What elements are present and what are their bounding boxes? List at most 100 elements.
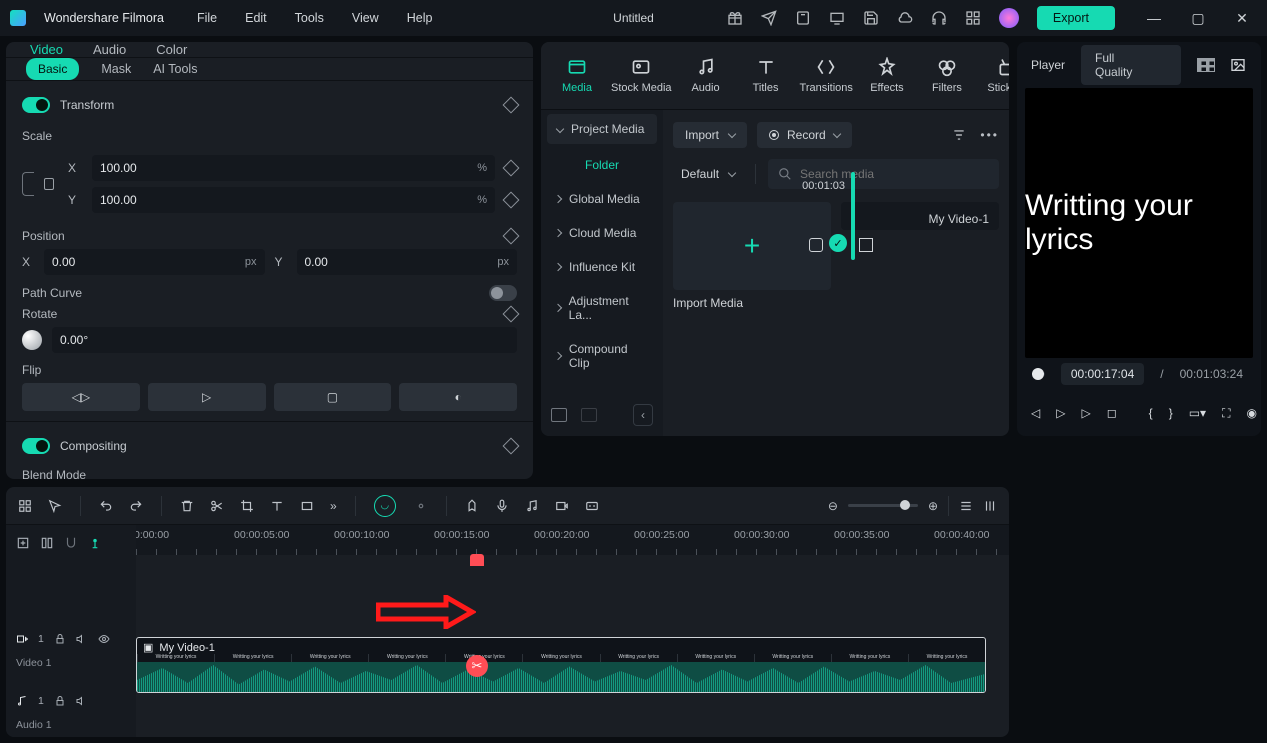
mark-in-button[interactable]: { bbox=[1149, 404, 1153, 422]
keyframe-icon[interactable] bbox=[503, 192, 520, 209]
grid-icon[interactable] bbox=[965, 10, 981, 26]
menu-help[interactable]: Help bbox=[407, 11, 433, 25]
sidebar-adjustment-layer[interactable]: Adjustment La... bbox=[541, 284, 663, 332]
seek-bar[interactable] bbox=[1035, 372, 1045, 376]
save-icon[interactable] bbox=[863, 10, 879, 26]
lock-icon[interactable] bbox=[54, 695, 66, 707]
menu-file[interactable]: File bbox=[197, 11, 217, 25]
tab-transitions[interactable]: Transitions bbox=[798, 53, 855, 98]
transform-toggle[interactable] bbox=[22, 97, 50, 113]
undo-icon[interactable] bbox=[99, 499, 113, 513]
import-media-tile[interactable]: + Import Media bbox=[673, 202, 831, 310]
headphones-icon[interactable] bbox=[931, 10, 947, 26]
gift-icon[interactable] bbox=[727, 10, 743, 26]
keyframe-icon[interactable] bbox=[503, 160, 520, 177]
split-icon[interactable] bbox=[210, 499, 224, 513]
video-preview[interactable]: Writting your lyrics bbox=[1025, 88, 1253, 358]
record-screen-icon[interactable] bbox=[555, 499, 569, 513]
menu-tools[interactable]: Tools bbox=[295, 11, 324, 25]
minimize-button[interactable]: — bbox=[1139, 10, 1169, 27]
sidebar-compound-clip[interactable]: Compound Clip bbox=[541, 332, 663, 380]
ai-icon[interactable]: ◡ bbox=[374, 495, 396, 517]
flip-horizontal-button[interactable]: ◁▷ bbox=[22, 383, 140, 411]
path-curve-toggle[interactable] bbox=[489, 285, 517, 301]
subtab-ai-tools[interactable]: AI Tools bbox=[153, 62, 197, 76]
mixer-icon[interactable] bbox=[983, 499, 997, 513]
scale-y-input[interactable]: % bbox=[92, 187, 495, 213]
magnet-icon[interactable] bbox=[64, 536, 78, 550]
collapse-sidebar-button[interactable]: ‹ bbox=[633, 404, 653, 426]
crop-icon[interactable] bbox=[240, 499, 254, 513]
search-input[interactable] bbox=[800, 167, 989, 181]
position-x-input[interactable]: px bbox=[44, 249, 265, 275]
menu-view[interactable]: View bbox=[352, 11, 379, 25]
cloud-icon[interactable] bbox=[897, 10, 913, 26]
time-ruler[interactable]: 0:00:0000:00:05:0000:00:10:0000:00:15:00… bbox=[136, 525, 1009, 555]
rotate-dial[interactable] bbox=[22, 330, 42, 350]
subtab-basic[interactable]: Basic bbox=[26, 58, 79, 80]
sidebar-project-media[interactable]: Project Media bbox=[547, 114, 657, 144]
tab-effects[interactable]: Effects bbox=[859, 53, 915, 98]
subtab-mask[interactable]: Mask bbox=[101, 62, 131, 76]
auto-icon[interactable] bbox=[88, 536, 102, 550]
clip-thumbnail[interactable]: 00:01:03 ✓ My Video-1 bbox=[841, 202, 999, 230]
play-button[interactable]: ▷ bbox=[1081, 404, 1090, 422]
send-icon[interactable] bbox=[761, 10, 777, 26]
layout-icon[interactable] bbox=[18, 499, 32, 513]
image-icon[interactable] bbox=[1229, 57, 1247, 73]
mark-out-button[interactable]: } bbox=[1169, 404, 1173, 422]
lock-icon[interactable] bbox=[44, 178, 54, 190]
mute-icon[interactable] bbox=[76, 633, 88, 645]
scale-x-input[interactable]: % bbox=[92, 155, 495, 181]
sort-dropdown[interactable]: Default bbox=[673, 161, 743, 187]
sparkle-icon[interactable] bbox=[414, 499, 428, 513]
sidebar-cloud-media[interactable]: Cloud Media bbox=[541, 216, 663, 250]
prev-frame-button[interactable]: ◁ bbox=[1031, 404, 1040, 422]
keyframe-icon[interactable] bbox=[503, 438, 520, 455]
tab-filters[interactable]: Filters bbox=[919, 53, 975, 98]
audio-track-header[interactable]: 1 bbox=[6, 689, 136, 713]
text-icon[interactable] bbox=[270, 499, 284, 513]
keyframe-icon[interactable] bbox=[503, 97, 520, 114]
import-dropdown[interactable]: Import bbox=[673, 122, 747, 148]
screen-icon[interactable] bbox=[829, 10, 845, 26]
marker-icon[interactable] bbox=[465, 499, 479, 513]
tab-titles[interactable]: Titles bbox=[738, 53, 794, 98]
export-button[interactable]: Export bbox=[1037, 6, 1115, 30]
music-icon[interactable] bbox=[525, 499, 539, 513]
more-icon[interactable]: ••• bbox=[980, 128, 999, 142]
position-y-input[interactable]: px bbox=[297, 249, 518, 275]
zoom-out-button[interactable]: ⊖ bbox=[828, 499, 838, 513]
timeline-tracks[interactable]: 0:00:0000:00:05:0000:00:10:0000:00:15:00… bbox=[136, 525, 1009, 737]
link-tracks-icon[interactable] bbox=[40, 536, 54, 550]
timeline-settings-icon[interactable] bbox=[959, 499, 973, 513]
redo-icon[interactable] bbox=[129, 499, 143, 513]
tab-video-props[interactable]: Video bbox=[30, 42, 63, 57]
tab-audio[interactable]: Audio bbox=[678, 53, 734, 98]
delete-icon[interactable] bbox=[180, 499, 194, 513]
play-reverse-button[interactable]: ▷ bbox=[1056, 404, 1065, 422]
filter-icon[interactable] bbox=[952, 128, 966, 142]
mic-icon[interactable] bbox=[495, 499, 509, 513]
quality-dropdown[interactable]: Full Quality bbox=[1081, 45, 1181, 85]
flip-vertical-button[interactable]: ▷ bbox=[148, 383, 266, 411]
tab-stickers[interactable]: Stickers bbox=[979, 53, 1009, 98]
device-icon[interactable] bbox=[795, 10, 811, 26]
cursor-icon[interactable] bbox=[48, 499, 62, 513]
tab-color-props[interactable]: Color bbox=[156, 42, 187, 57]
zoom-slider[interactable] bbox=[848, 504, 918, 507]
snapshot-button[interactable]: ◉ bbox=[1246, 404, 1256, 422]
mute-icon[interactable] bbox=[76, 695, 88, 707]
record-dropdown[interactable]: Record bbox=[757, 122, 852, 148]
speed-icon[interactable] bbox=[300, 499, 314, 513]
tab-stock-media[interactable]: Stock Media bbox=[609, 53, 674, 98]
lock-icon[interactable] bbox=[54, 633, 66, 645]
caption-icon[interactable] bbox=[585, 499, 599, 513]
video-track-header[interactable]: 1 bbox=[6, 627, 136, 651]
sidebar-folder[interactable]: Folder bbox=[541, 148, 663, 182]
user-avatar[interactable] bbox=[999, 8, 1019, 28]
tab-media[interactable]: Media bbox=[549, 53, 605, 98]
timeline-clip[interactable]: ▣My Video-1 Writting your lyricsWritting… bbox=[136, 637, 986, 693]
add-track-icon[interactable] bbox=[16, 536, 30, 550]
sidebar-global-media[interactable]: Global Media bbox=[541, 182, 663, 216]
